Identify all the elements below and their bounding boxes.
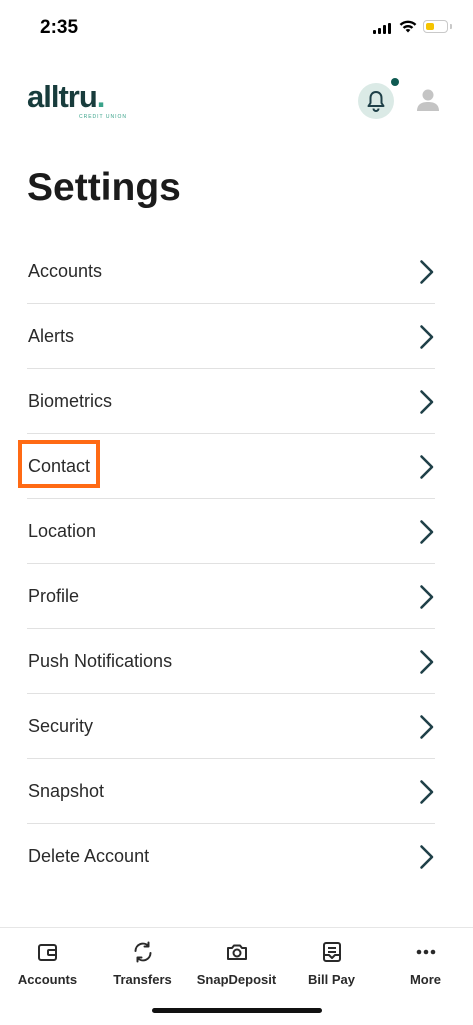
more-icon — [416, 949, 435, 955]
logo-dot: . — [96, 79, 106, 114]
settings-item-contact[interactable]: Contact — [18, 434, 435, 499]
settings-item-label: Location — [28, 521, 97, 541]
highlight-box — [18, 440, 101, 488]
settings-item-snapshot[interactable]: Snapshot — [27, 759, 435, 824]
settings-item-label: Contact — [18, 440, 101, 488]
notification-badge — [391, 78, 399, 86]
settings-item-delete-account[interactable]: Delete Account — [27, 824, 435, 889]
logo-text: alltru — [27, 79, 98, 114]
home-indicator — [152, 1008, 322, 1013]
tab-more[interactable]: More — [378, 928, 473, 998]
wifi-icon — [399, 20, 417, 33]
settings-item-location[interactable]: Location — [27, 499, 435, 564]
chevron-right-icon — [420, 715, 434, 739]
tab-transfers[interactable]: Transfers — [95, 928, 190, 998]
tab-label: Bill Pay — [308, 972, 355, 987]
battery-tip — [450, 24, 452, 29]
settings-item-accounts[interactable]: Accounts — [27, 239, 435, 304]
settings-item-label: Delete Account — [28, 846, 150, 866]
settings-item-security[interactable]: Security — [27, 694, 435, 759]
settings-item-label: Accounts — [28, 261, 103, 281]
settings-item-label: Push Notifications — [28, 651, 173, 671]
notifications-button[interactable] — [358, 83, 394, 119]
settings-item-biometrics[interactable]: Biometrics — [27, 369, 435, 434]
profile-icon[interactable] — [414, 86, 442, 114]
chevron-right-icon — [420, 260, 434, 284]
status-bar: 2:35 — [0, 0, 473, 56]
tab-label: SnapDeposit — [196, 972, 277, 987]
tab-snapdeposit[interactable]: SnapDeposit — [189, 928, 284, 998]
bell-icon — [367, 91, 385, 112]
tab-label: Accounts — [17, 972, 78, 987]
settings-item-label: Alerts — [28, 326, 75, 346]
chevron-right-icon — [420, 780, 434, 804]
chevron-right-icon — [420, 325, 434, 349]
cellular-signal-icon — [373, 23, 391, 34]
chevron-right-icon — [420, 585, 434, 609]
camera-icon — [226, 944, 247, 960]
tab-label: Transfers — [113, 972, 172, 987]
chevron-right-icon — [420, 520, 434, 544]
bill-icon — [322, 942, 341, 962]
chevron-right-icon — [420, 650, 434, 674]
transfer-icon — [134, 941, 151, 963]
page-title: Settings — [27, 166, 181, 209]
alltru-logo: alltru. CREDIT UNION — [27, 79, 126, 120]
tab-label: More — [409, 972, 442, 987]
chevron-right-icon — [420, 455, 434, 479]
status-time: 2:35 — [40, 17, 79, 38]
chevron-right-icon — [420, 390, 434, 414]
settings-item-push-notifications[interactable]: Push Notifications — [27, 629, 435, 694]
settings-list: Accounts Alerts Biometrics Contact Locat… — [18, 239, 435, 889]
tab-accounts[interactable]: Accounts — [0, 928, 95, 998]
settings-item-label: Biometrics — [28, 391, 113, 411]
settings-item-profile[interactable]: Profile — [27, 564, 435, 629]
logo-subtitle: CREDIT UNION — [79, 114, 128, 120]
chevron-right-icon — [420, 845, 434, 869]
settings-item-alerts[interactable]: Alerts — [27, 304, 435, 369]
settings-item-label: Profile — [28, 586, 80, 606]
settings-item-label: Snapshot — [28, 781, 105, 801]
settings-item-label: Security — [28, 716, 94, 736]
battery-level — [425, 22, 434, 30]
tab-bill-pay[interactable]: Bill Pay — [284, 928, 379, 998]
battery-icon — [423, 20, 448, 33]
wallet-icon — [37, 944, 57, 961]
